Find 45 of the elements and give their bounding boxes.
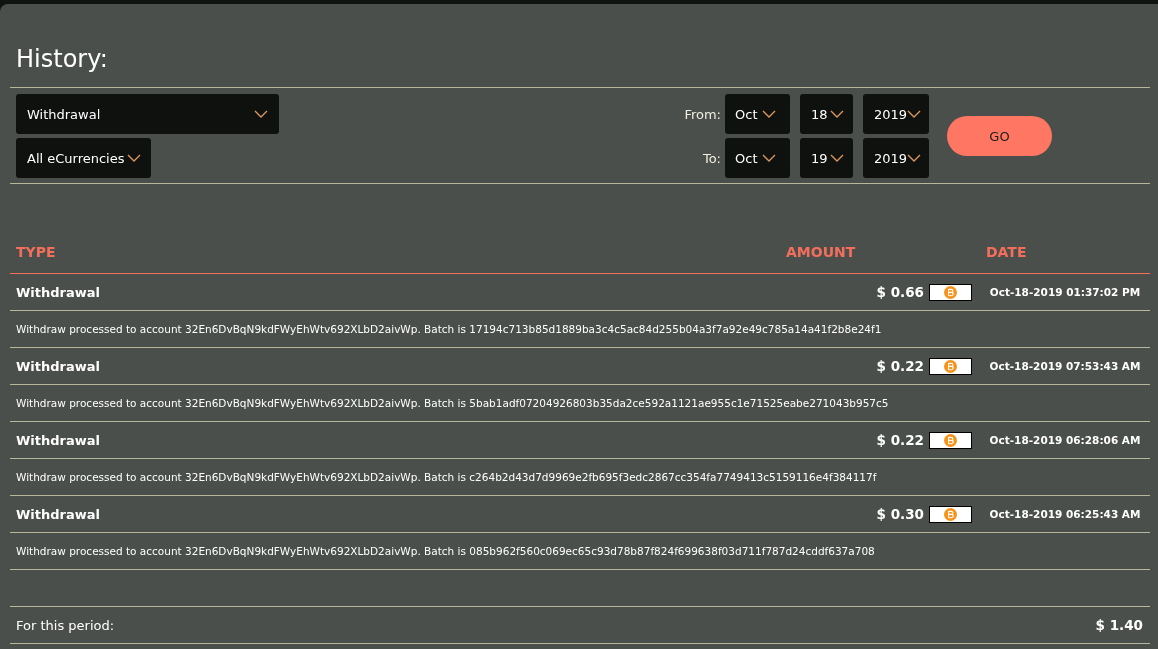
chevron-down-icon <box>762 154 777 162</box>
year-select[interactable]: 2019 <box>863 138 929 178</box>
chevron-down-icon <box>907 110 922 118</box>
period-label: For this period: <box>16 617 115 633</box>
type-select[interactable]: Withdrawal <box>16 94 279 134</box>
coin-icon <box>929 283 972 301</box>
column-header: AMOUNT <box>785 245 857 259</box>
date-text: Oct-18-2019 06:25:43 AM <box>989 508 1141 520</box>
year-select[interactable]: 2019 <box>863 94 929 134</box>
month-select[interactable]: Oct <box>725 138 790 178</box>
page-title: History: <box>15 44 109 75</box>
date-text: Oct-18-2019 07:53:43 AM <box>989 360 1141 372</box>
amount-text: $ 0.30 <box>876 506 924 522</box>
currency-select[interactable]: All eCurrencies <box>16 138 151 178</box>
amount-text: $ 0.22 <box>876 358 924 374</box>
type-cell-text: Withdrawal <box>15 506 101 522</box>
date-text: Oct-18-2019 01:37:02 PM <box>989 286 1141 298</box>
period-total: $ 1.40 <box>1095 617 1143 633</box>
description-text: Withdraw processed to account 32En6DvBqN9kdFWyEhWtv692XLbD2aivWp. Batch is 5bab1adf07204926803b35da2ce592a1121ae955c1e71525eabe271043b957c5 <box>16 397 889 409</box>
chevron-down-icon <box>829 110 844 118</box>
column-header: TYPE <box>15 245 57 259</box>
type-cell-text: Withdrawal <box>15 432 101 448</box>
description-text: Withdraw processed to account 32En6DvBqN9kdFWyEhWtv692XLbD2aivWp. Batch is 085b962f560c069ec65c93d78b87f824f699638f03d711f787d24cddf637a708 <box>16 545 875 557</box>
description-text: Withdraw processed to account 32En6DvBqN9kdFWyEhWtv692XLbD2aivWp. Batch is c264b2d43d7d9969e2fb695f3edc2867cc354fa7749413c5159116e4f384117f <box>16 471 877 483</box>
chevron-down-icon <box>126 154 141 162</box>
chevron-down-icon <box>829 154 844 162</box>
amount-text: $ 0.66 <box>876 284 924 300</box>
from-label: From: <box>684 106 721 122</box>
type-cell-text: Withdrawal <box>15 358 101 374</box>
to-label: To: <box>701 150 721 166</box>
type-cell-text: Withdrawal <box>15 284 101 300</box>
amount-text: $ 0.22 <box>876 432 924 448</box>
day-select[interactable]: 18 <box>800 94 853 134</box>
description-text: Withdraw processed to account 32En6DvBqN9kdFWyEhWtv692XLbD2aivWp. Batch is 17194c713b85d1889ba3c4c5ac84d255b04a3f7a92e49c785a14a41f2b8e24f1 <box>16 323 882 335</box>
coin-icon <box>929 505 972 523</box>
month-select[interactable]: Oct <box>725 94 790 134</box>
day-select[interactable]: 19 <box>800 138 853 178</box>
chevron-down-icon <box>254 110 268 118</box>
go-button[interactable]: GO <box>947 116 1052 156</box>
column-header: DATE <box>985 245 1028 259</box>
coin-icon <box>929 431 972 449</box>
chevron-down-icon <box>907 154 922 162</box>
coin-icon <box>929 357 972 375</box>
date-text: Oct-18-2019 06:28:06 AM <box>989 434 1141 446</box>
chevron-down-icon <box>762 110 777 118</box>
